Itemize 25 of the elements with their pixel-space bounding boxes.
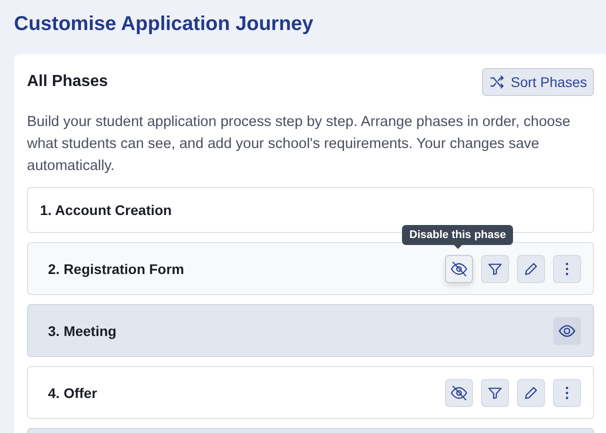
panel-heading: All Phases bbox=[27, 73, 108, 91]
sort-phases-button[interactable]: Sort Phases bbox=[482, 68, 594, 96]
eye-off-icon bbox=[450, 260, 468, 278]
description: Build your student application process step by step. Arrange phases in order, choose what students can see, and add your school's requirements. Your changes save automatically. bbox=[27, 113, 572, 176]
phase-name: 2. Registration Form bbox=[48, 260, 186, 276]
filter-button[interactable] bbox=[481, 254, 509, 282]
edit-button[interactable] bbox=[517, 378, 545, 406]
more-icon bbox=[565, 386, 569, 400]
edit-button[interactable] bbox=[517, 254, 545, 282]
disable-button[interactable] bbox=[445, 378, 473, 406]
page-title: Customise Application Journey bbox=[14, 13, 314, 37]
disable-button[interactable] bbox=[445, 254, 473, 282]
phase-name: 3. Meeting bbox=[48, 322, 118, 338]
shuffle-icon bbox=[488, 74, 505, 90]
phase-card[interactable]: 4. Offer bbox=[27, 366, 594, 419]
phase-card[interactable]: 2. Registration Form bbox=[27, 242, 594, 295]
filter-button[interactable] bbox=[481, 378, 509, 406]
eye-off-icon bbox=[450, 384, 468, 402]
more-icon bbox=[565, 262, 569, 276]
phase-name: 1. Account Creation bbox=[40, 202, 173, 218]
filter-icon bbox=[487, 384, 503, 400]
pencil-icon bbox=[523, 384, 539, 400]
filter-icon bbox=[487, 260, 503, 276]
pencil-icon bbox=[523, 260, 539, 276]
phase-name: 4. Offer bbox=[48, 384, 98, 400]
